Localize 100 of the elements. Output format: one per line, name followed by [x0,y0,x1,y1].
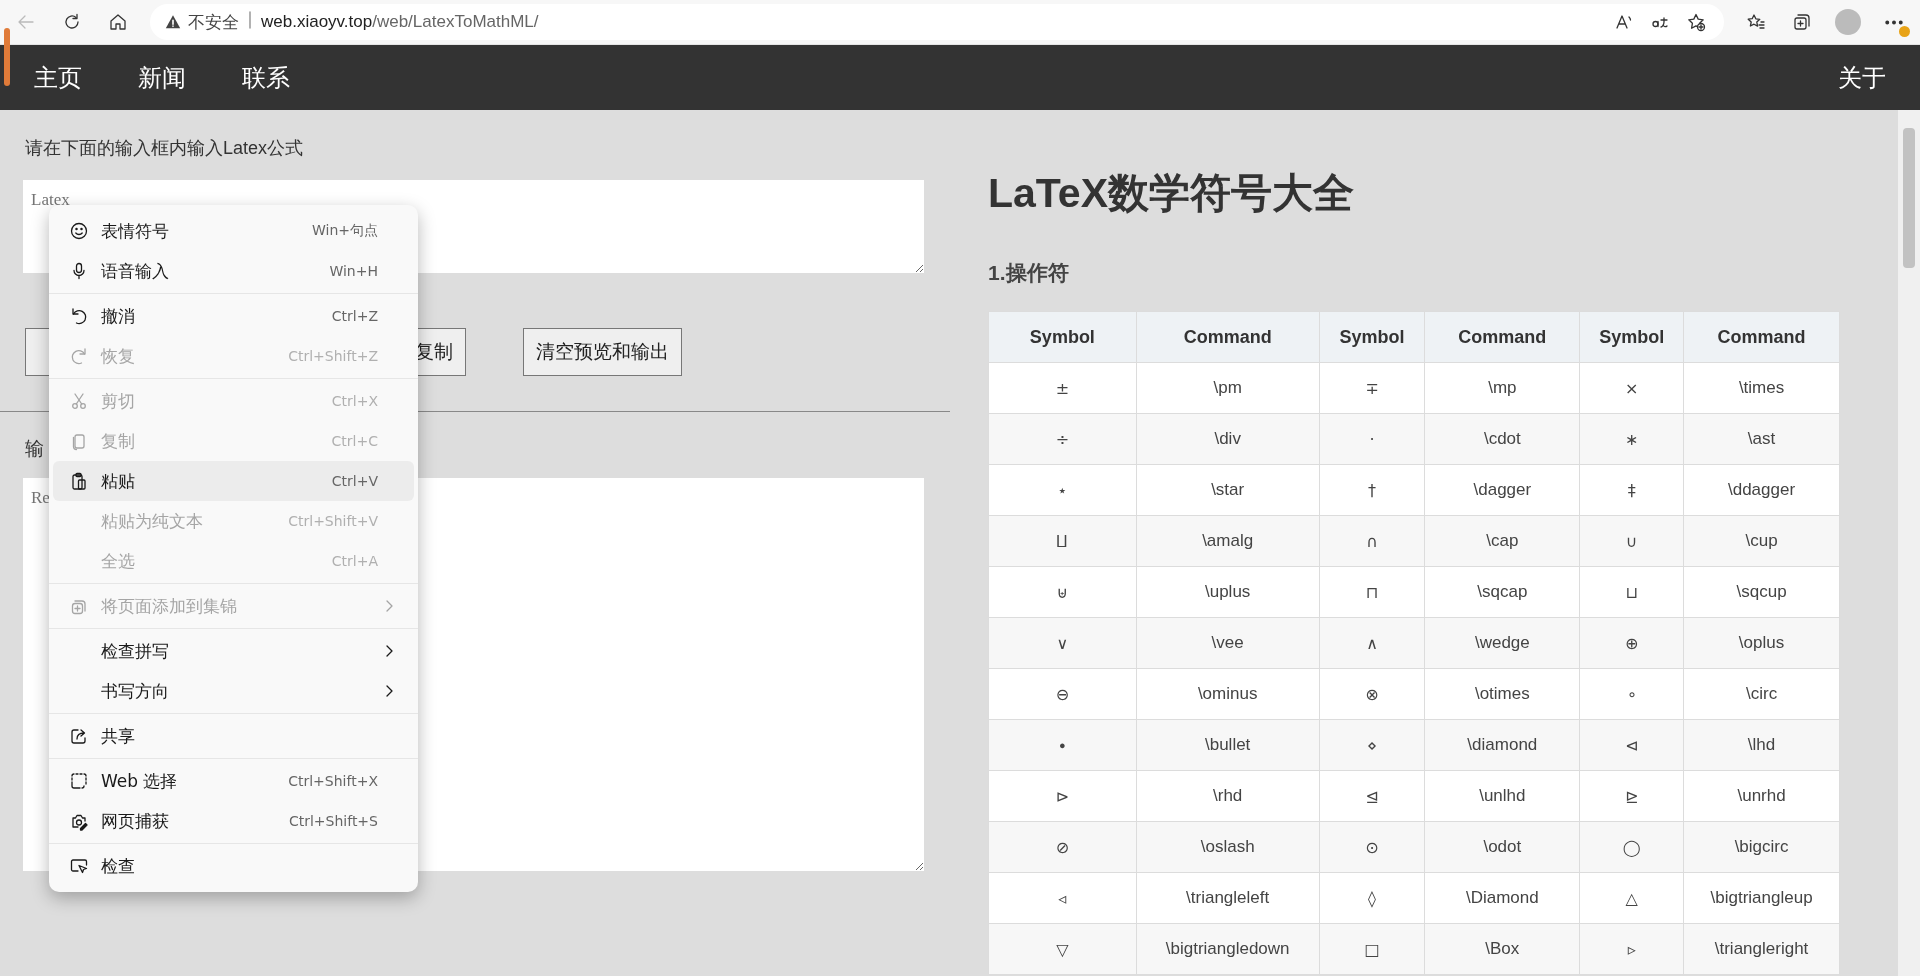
menu-item[interactable]: 检查拼写 [53,631,414,671]
notification-badge [1899,26,1910,37]
column-header: Symbol [1319,311,1425,363]
command-cell: \cap [1424,515,1580,567]
nav-link[interactable]: 联系 [242,61,290,94]
command-cell: \ast [1683,413,1840,465]
symbol-cell: ⊙ [1319,821,1425,873]
column-header: Symbol [1579,311,1684,363]
share-icon [69,726,89,746]
output-label: 输 [25,437,44,461]
column-header: Command [1136,311,1320,363]
menu-item[interactable]: 撤消 Ctrl+Z [53,296,414,336]
command-cell: \rhd [1136,770,1320,822]
command-cell: \cup [1683,515,1840,567]
symbol-cell: ∗ [1579,413,1684,465]
command-cell: \times [1683,362,1840,414]
symbol-cell: ∨ [988,617,1137,669]
scrollbar-thumb[interactable] [1903,128,1915,268]
nav-link[interactable]: 新闻 [138,61,186,94]
symbol-cell: □ [1319,923,1425,975]
symbol-cell: ÷ [988,413,1137,465]
command-cell: \triangleleft [1136,872,1320,924]
page-heading: LaTeX数学符号大全 [988,169,1355,218]
symbol-cell: ± [988,362,1137,414]
menu-item[interactable]: 粘贴 Ctrl+V [53,461,414,501]
symbol-cell: △ [1579,872,1684,924]
menu-item[interactable]: 网页捕获 Ctrl+Shift+S [53,801,414,841]
menu-item[interactable]: Web 选择 Ctrl+Shift+X [53,761,414,801]
symbol-cell: ⊴ [1319,770,1425,822]
menu-item[interactable]: 共享 [53,716,414,756]
command-cell: \otimes [1424,668,1580,720]
url-text: web.xiaoyv.top/web/LatexToMathML/ [261,12,539,32]
symbol-cell: ▹ [1579,923,1684,975]
symbol-cell: ∩ [1319,515,1425,567]
avatar-icon [1835,9,1861,35]
clipboard-icon [69,471,89,491]
scrollbar[interactable] [1898,110,1920,976]
symbol-cell: ⊗ [1319,668,1425,720]
column-header: Command [1683,311,1840,363]
command-cell: \dagger [1424,464,1580,516]
symbol-cell: ⊎ [988,566,1137,618]
address-bar[interactable]: 不安全 web.xiaoyv.top/web/LatexToMathML/ [150,4,1724,40]
command-cell: \diamond [1424,719,1580,771]
inspect-icon [69,856,89,876]
symbol-cell: ∓ [1319,362,1425,414]
command-cell: \Diamond [1424,872,1580,924]
command-cell: \amalg [1136,515,1320,567]
nav-link[interactable]: 关于 [1838,61,1886,94]
command-cell: \wedge [1424,617,1580,669]
command-cell: \oslash [1136,821,1320,873]
command-cell: \bigtriangleup [1683,872,1840,924]
column-header: Command [1424,311,1580,363]
collections-icon [1792,12,1812,32]
symbol-cell: ∪ [1579,515,1684,567]
command-cell: \lhd [1683,719,1840,771]
divider-icon [247,9,253,30]
redo-icon [69,346,89,366]
symbol-cell: ‡ [1579,464,1684,516]
symbol-cell: ⋆ [988,464,1137,516]
symbol-cell: † [1319,464,1425,516]
symbol-cell: × [1579,362,1684,414]
command-cell: \bigtriangledown [1136,923,1320,975]
command-cell: \oplus [1683,617,1840,669]
star-list-icon [1746,12,1766,32]
command-cell: \pm [1136,362,1320,414]
symbol-cell: · [1319,413,1425,465]
symbol-cell: ⊲ [1579,719,1684,771]
command-cell: \odot [1424,821,1580,873]
symbol-cell: ⋄ [1319,719,1425,771]
section-heading: 1.操作符 [988,260,1070,286]
symbol-cell: ⊓ [1319,566,1425,618]
command-cell: \div [1136,413,1320,465]
scissors-icon [69,391,89,411]
menu-item[interactable]: 表情符号 Win+句点 [53,211,414,251]
command-cell: \ominus [1136,668,1320,720]
command-cell: \ddagger [1683,464,1840,516]
more-icon [1885,19,1903,25]
menu-item[interactable]: 书写方向 [53,671,414,711]
dashed-select-icon [69,771,89,791]
command-cell: \vee [1136,617,1320,669]
refresh-icon [62,12,82,32]
command-cell: \triangleright [1683,923,1840,975]
warning-icon [164,13,182,31]
symbol-cell: ∙ [988,719,1137,771]
symbol-cell: ⊵ [1579,770,1684,822]
command-cell: \sqcup [1683,566,1840,618]
column-header: Symbol [988,311,1137,363]
side-handle[interactable] [4,28,10,86]
command-cell: \cdot [1424,413,1580,465]
command-cell: \mp [1424,362,1580,414]
symbol-cell: ⊕ [1579,617,1684,669]
symbol-cell: ◊ [1319,872,1425,924]
security-label: 不安全 [188,11,239,34]
command-cell: \sqcap [1424,566,1580,618]
star-plus-icon [1686,12,1706,32]
symbol-cell: ⊔ [1579,566,1684,618]
symbol-cell: ◃ [988,872,1137,924]
nav-link[interactable]: 主页 [34,61,82,94]
action-button[interactable]: 清空预览和输出 [523,328,682,376]
symbol-cell: ⨿ [988,515,1137,567]
